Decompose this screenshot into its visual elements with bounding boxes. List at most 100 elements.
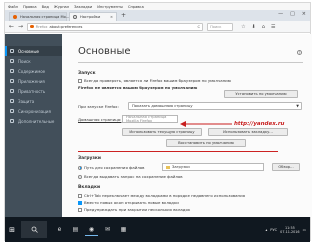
- reload-icon[interactable]: C: [198, 25, 201, 29]
- folder-icon: [166, 165, 170, 169]
- menu-file[interactable]: Файл: [8, 5, 18, 9]
- search-input[interactable]: Поиск: [207, 22, 234, 31]
- taskbar-app-store[interactable]: ▦: [117, 223, 130, 236]
- restore-default-button[interactable]: Восстановить по умолчанию: [166, 139, 246, 147]
- firefox-icon: [13, 15, 17, 19]
- sidebar-item-content[interactable]: Содержимое: [5, 66, 62, 76]
- ctrl-tab-label: Ctrl+Tab переключает между вкладками в п…: [84, 193, 245, 198]
- back-button[interactable]: ←: [9, 23, 14, 30]
- close-window-button[interactable]: ×: [302, 11, 306, 17]
- open-tabs-checkbox[interactable]: [78, 200, 82, 205]
- taskbar-app-firefox[interactable]: ◉: [85, 223, 98, 236]
- url-text: about:preferences: [49, 24, 83, 29]
- notifications-icon[interactable]: ▭: [303, 228, 306, 232]
- gear-icon: [73, 15, 77, 19]
- new-tab-button[interactable]: +: [121, 12, 126, 19]
- menu-history[interactable]: Журнал: [54, 5, 69, 9]
- minimize-button[interactable]: —: [278, 11, 283, 17]
- check-default-checkbox[interactable]: [78, 78, 82, 83]
- downloads-folder-value: Загрузки: [172, 165, 190, 169]
- sidebar-item-label: Защита: [18, 98, 35, 104]
- always-ask-radio[interactable]: [78, 174, 82, 179]
- check-default-label: Всегда проверять, является ли Firefox ва…: [84, 78, 231, 83]
- sidebar-item-applications[interactable]: Приложения: [5, 76, 62, 86]
- sidebar-item-general[interactable]: Основные: [5, 46, 62, 56]
- section-divider-red: [78, 151, 278, 152]
- menu-bar: Файл Правка Вид Журнал Закладки Инструме…: [5, 3, 310, 10]
- open-tabs-option[interactable]: Вместо новых окон открывать новые вкладк…: [78, 200, 179, 205]
- sidebar-item-label: Приложения: [18, 78, 45, 84]
- sidebar-item-privacy[interactable]: Приватность: [5, 86, 62, 96]
- sidebar-item-sync[interactable]: Синхронизация: [5, 106, 62, 116]
- save-path-radio[interactable]: [78, 165, 82, 170]
- sidebar-item-advanced[interactable]: Дополнительные: [5, 116, 62, 126]
- clock[interactable]: 11:55 07.11.2016: [280, 226, 299, 234]
- tab-strip: Начальная страница Mo... × Настройки × +…: [5, 10, 310, 21]
- on-start-label: При запуске Firefox:: [78, 104, 119, 109]
- menu-help[interactable]: Справка: [128, 5, 144, 9]
- sidebar-item-label: Поиск: [18, 58, 31, 64]
- page-title: Основные: [78, 46, 131, 57]
- ctrl-tab-option[interactable]: Ctrl+Tab переключает между вкладками в п…: [78, 193, 245, 198]
- lock-icon: [10, 99, 14, 103]
- window-controls: — □ ×: [278, 11, 306, 17]
- browser-window: Файл Правка Вид Журнал Закладки Инструме…: [4, 2, 312, 242]
- on-start-value: Показать домашнюю страницу: [132, 104, 193, 108]
- sidebar-item-label: Содержимое: [18, 68, 46, 74]
- privacy-mask-icon: [10, 89, 14, 93]
- clock-date: 07.11.2016: [280, 229, 300, 234]
- warn-close-label: Предупреждать при закрытии нескольких вк…: [84, 207, 191, 212]
- warn-close-checkbox[interactable]: [78, 207, 82, 212]
- always-ask-option[interactable]: Всегда выдавать запрос на сохранение фай…: [78, 174, 183, 179]
- sidebar-item-label: Дополнительные: [18, 118, 55, 124]
- taskbar-apps: e ▤ ◉ ✉ ▦: [53, 223, 130, 236]
- preferences-sidebar: Основные Поиск Содержимое Приложения При…: [5, 34, 62, 217]
- taskbar-search-button[interactable]: [21, 221, 47, 238]
- open-tabs-label: Вместо новых окон открывать новые вкладк…: [84, 200, 179, 205]
- browse-button[interactable]: Обзор...: [272, 163, 300, 171]
- home-icon[interactable]: ⌂: [262, 24, 265, 30]
- save-path-option[interactable]: Путь для сохранения файлов: [78, 165, 144, 170]
- toolbar-icons: ☆ ⬇ ⌂ ☰: [241, 24, 275, 30]
- downloads-folder-field[interactable]: Загрузки: [162, 163, 264, 171]
- bookmark-star-icon[interactable]: ☆: [241, 24, 245, 30]
- menu-icon[interactable]: ☰: [271, 24, 275, 30]
- forward-button[interactable]: →: [18, 23, 23, 30]
- menu-view[interactable]: Вид: [42, 5, 49, 9]
- tabs-heading: Вкладки: [78, 185, 101, 190]
- taskbar-app-edge[interactable]: e: [53, 223, 66, 236]
- menu-edit[interactable]: Правка: [23, 5, 37, 9]
- on-start-select[interactable]: Показать домашнюю страницу ▼: [128, 102, 302, 110]
- applications-icon: [10, 79, 14, 83]
- ctrl-tab-checkbox[interactable]: [78, 193, 82, 198]
- check-default-option[interactable]: Всегда проверять, является ли Firefox ва…: [78, 78, 231, 83]
- windows-taskbar: ⊞ e ▤ ◉ ✉ ▦ ▴ РУС 11:55 07.11.2016 ▭: [5, 217, 310, 242]
- downloads-heading: Загрузки: [78, 156, 101, 161]
- use-current-page-button[interactable]: Использовать текущую страницу: [122, 128, 202, 136]
- sidebar-item-security[interactable]: Защита: [5, 96, 62, 106]
- taskbar-app-mail[interactable]: ✉: [101, 223, 114, 236]
- downloads-icon[interactable]: ⬇: [252, 24, 256, 30]
- use-bookmark-button[interactable]: Использовать закладку...: [208, 128, 288, 136]
- language-indicator[interactable]: РУС: [270, 228, 277, 232]
- sidebar-item-search[interactable]: Поиск: [5, 56, 62, 66]
- network-icon[interactable]: ▴: [265, 228, 267, 232]
- warn-close-option[interactable]: Предупреждать при закрытии нескольких вк…: [78, 207, 190, 212]
- system-tray: ▴ РУС 11:55 07.11.2016 ▭: [265, 226, 310, 234]
- set-default-button[interactable]: Установить по умолчанию: [224, 90, 298, 98]
- tab-start-page[interactable]: Начальная страница Mo... ×: [9, 12, 75, 21]
- url-bar[interactable]: Firefox about:preferences C: [27, 22, 204, 31]
- menu-bookmarks[interactable]: Закладки: [74, 5, 92, 9]
- sidebar-item-label: Синхронизация: [18, 108, 51, 114]
- homepage-annotation: http://yandex.ru: [234, 121, 285, 127]
- close-tab-icon[interactable]: ×: [110, 15, 113, 19]
- taskbar-app-explorer[interactable]: ▤: [69, 223, 82, 236]
- maximize-button[interactable]: □: [290, 11, 295, 17]
- tab-settings[interactable]: Настройки ×: [69, 12, 117, 21]
- start-button[interactable]: ⊞: [5, 226, 19, 234]
- homepage-input[interactable]: Начальная страница Mozilla Firefox: [122, 115, 178, 123]
- menu-tools[interactable]: Инструменты: [97, 5, 123, 9]
- help-icon[interactable]: ?: [297, 50, 302, 55]
- chevron-down-icon: ▼: [296, 104, 299, 108]
- annotation-arrow-icon: [180, 121, 232, 127]
